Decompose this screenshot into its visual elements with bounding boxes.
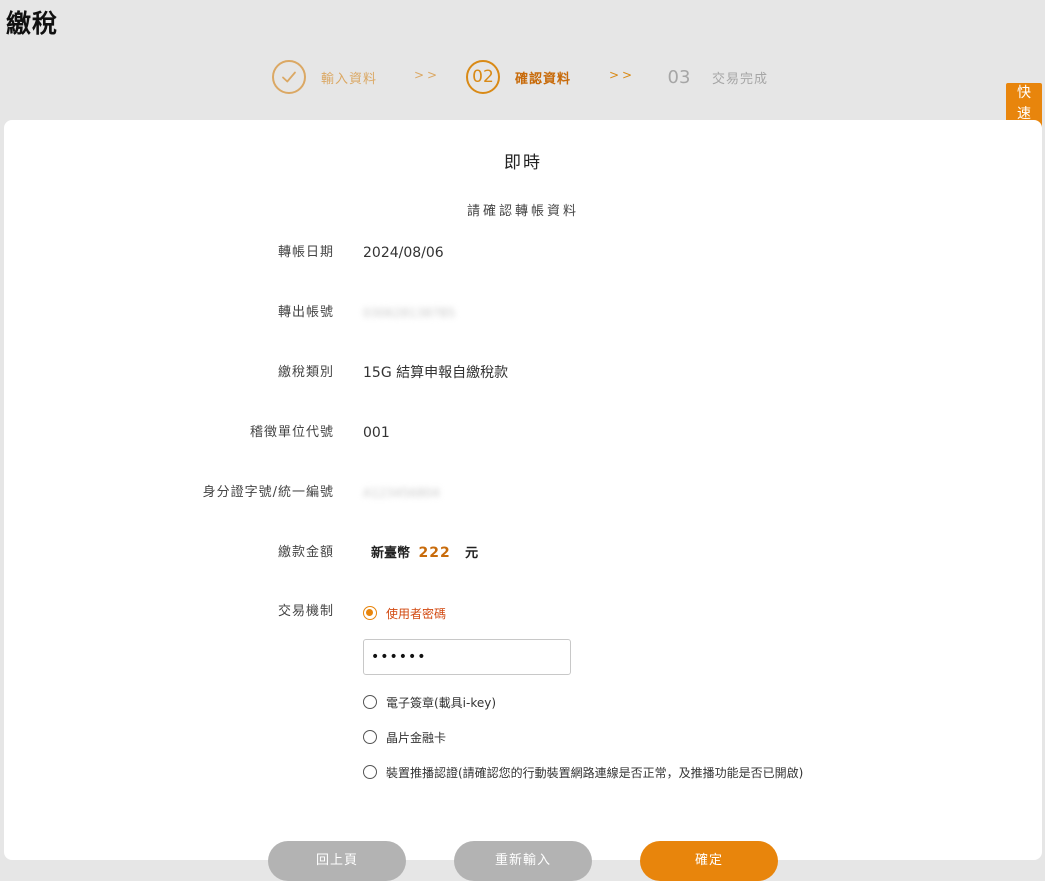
debit-account-label: 轉出帳號 bbox=[277, 305, 334, 320]
step-label-complete: 交易完成 bbox=[712, 71, 769, 87]
password-input[interactable]: •••••• bbox=[363, 639, 571, 675]
radio-unchecked-icon[interactable] bbox=[363, 730, 377, 744]
tax-type-value: 15G 結算申報自繳稅款 bbox=[363, 365, 509, 381]
amount-number: 222 bbox=[418, 545, 451, 561]
row-amount: 繳款金額 新臺幣 222 元 bbox=[4, 541, 1042, 565]
page-title: 繳稅 bbox=[6, 9, 59, 38]
radio-user-password[interactable]: 使用者密碼 bbox=[363, 603, 446, 623]
step-number-03: 03 bbox=[667, 66, 691, 88]
amount-label: 繳款金額 bbox=[277, 545, 334, 560]
amount-value: 新臺幣 222 元 bbox=[371, 541, 478, 566]
back-button[interactable]: 回上頁 bbox=[268, 841, 406, 881]
step-label-confirm: 確認資料 bbox=[515, 71, 572, 87]
id-number-value: A123456804 bbox=[363, 486, 440, 500]
collection-unit-label: 稽徵單位代號 bbox=[249, 425, 334, 440]
radio-chip-card[interactable]: 晶片金融卡 bbox=[363, 727, 446, 747]
check-icon bbox=[272, 60, 306, 94]
amount-unit: 元 bbox=[465, 546, 479, 561]
step-input-data: 輸入資料 bbox=[272, 60, 377, 94]
confirmation-card: 即時 請確認轉帳資料 轉帳日期 2024/08/06 轉出帳號 03062813… bbox=[4, 120, 1042, 860]
radio-unchecked-icon[interactable] bbox=[363, 695, 377, 709]
step-transaction-complete: 03 交易完成 bbox=[662, 60, 768, 94]
radio-e-signature[interactable]: 電子簽章(載具i-key) bbox=[363, 692, 496, 712]
tax-type-label: 繳稅類別 bbox=[277, 365, 334, 380]
row-tax-type: 繳稅類別 15G 結算申報自繳稅款 bbox=[4, 361, 1042, 385]
card-subheading: 請確認轉帳資料 bbox=[466, 204, 579, 219]
collection-unit-value: 001 bbox=[363, 425, 390, 441]
step-number-02: 02 bbox=[466, 60, 500, 94]
amount-currency: 新臺幣 bbox=[371, 546, 411, 561]
radio-e-signature-label[interactable]: 電子簽章(載具i-key) bbox=[386, 694, 496, 711]
step-separator: >> bbox=[609, 68, 636, 82]
row-id-number: 身分證字號/統一編號 A123456804 bbox=[4, 481, 1042, 505]
row-transfer-date: 轉帳日期 2024/08/06 bbox=[4, 241, 1042, 265]
confirm-button[interactable]: 確定 bbox=[640, 841, 778, 881]
radio-device-push-label[interactable]: 裝置推播認證(請確認您的行動裝置網路連線是否正常，及推播功能是否已開啟) bbox=[386, 764, 803, 781]
debit-account-value: 0306281387B5 bbox=[363, 306, 456, 320]
card-heading: 即時 bbox=[504, 153, 542, 173]
step-separator: >> bbox=[414, 68, 441, 82]
row-auth-method: 交易機制 bbox=[4, 600, 1042, 624]
radio-chip-card-label[interactable]: 晶片金融卡 bbox=[386, 729, 446, 746]
progress-stepper: 輸入資料 >> 02 確認資料 >> 03 交易完成 bbox=[0, 60, 1045, 94]
reset-button[interactable]: 重新輸入 bbox=[454, 841, 592, 881]
radio-device-push[interactable]: 裝置推播認證(請確認您的行動裝置網路連線是否正常，及推播功能是否已開啟) bbox=[363, 762, 803, 782]
radio-user-password-label[interactable]: 使用者密碼 bbox=[386, 605, 446, 622]
step-confirm-data: 02 確認資料 bbox=[466, 60, 571, 94]
row-debit-account: 轉出帳號 0306281387B5 bbox=[4, 301, 1042, 325]
transfer-date-value: 2024/08/06 bbox=[363, 245, 444, 261]
id-number-label: 身分證字號/統一編號 bbox=[202, 485, 334, 500]
row-collection-unit: 稽徵單位代號 001 bbox=[4, 421, 1042, 445]
quick-menu-char: 快 bbox=[1017, 85, 1031, 101]
radio-checked-icon[interactable] bbox=[363, 606, 377, 620]
transfer-date-label: 轉帳日期 bbox=[277, 245, 334, 260]
step-label-input: 輸入資料 bbox=[321, 71, 378, 87]
auth-method-label: 交易機制 bbox=[277, 604, 334, 619]
radio-unchecked-icon[interactable] bbox=[363, 765, 377, 779]
